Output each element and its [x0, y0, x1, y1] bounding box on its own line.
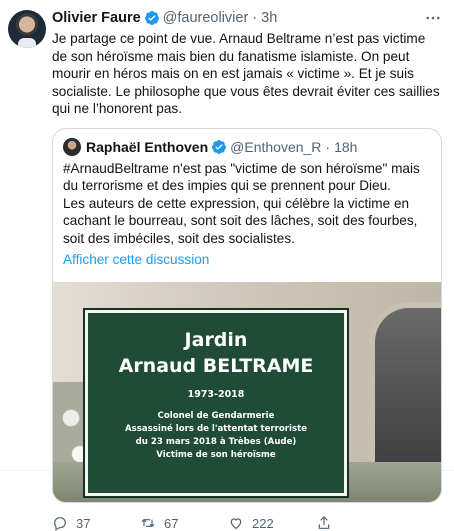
like-count: 222 [252, 515, 274, 531]
separator-dot: · [252, 10, 258, 26]
avatar-column [8, 8, 52, 470]
quoted-tweet-photo[interactable]: Jardin Arnaud BELTRAME 1973-2018 Colonel… [53, 282, 441, 502]
quoted-tweet-header: Raphaël Enthoven @Enthoven_R · 18h [63, 137, 431, 157]
like-button[interactable]: 222 [228, 515, 316, 531]
plaque-title: Jardin [184, 329, 248, 351]
reply-icon [54, 517, 66, 531]
quoted-tweet[interactable]: Raphaël Enthoven @Enthoven_R · 18h #Arna… [52, 127, 442, 503]
author-handle[interactable]: @faureolivier [163, 10, 249, 26]
plaque-years: 1973-2018 [187, 389, 245, 400]
reply-button[interactable]: 37 [52, 515, 140, 531]
author-name[interactable]: Olivier Faure [52, 10, 141, 26]
verified-badge-icon [144, 10, 160, 26]
tweet-actions: 37 67 222 [52, 515, 442, 531]
memorial-plaque: Jardin Arnaud BELTRAME 1973-2018 Colonel… [83, 308, 349, 498]
verified-badge-icon [211, 139, 227, 155]
retweet-count: 67 [164, 515, 179, 531]
avatar[interactable] [8, 10, 46, 48]
quoted-author-handle: @Enthoven_R [230, 138, 322, 155]
quoted-author-name: Raphaël Enthoven [86, 138, 209, 155]
plaque-details: Colonel de Gendarmerie Assassiné lors de… [88, 410, 344, 462]
plaque-date-place: du 23 mars 2018 à Trèbes (Aude) [135, 437, 297, 447]
reply-count: 37 [76, 515, 91, 531]
avatar-shirt [18, 38, 36, 48]
plaque-rank: Colonel de Gendarmerie [157, 411, 275, 421]
quoted-tweet-text: #ArnaudBeltrame n'est pas "victime de so… [63, 160, 420, 246]
share-icon [318, 516, 330, 529]
photo-window [369, 302, 441, 472]
retweet-button[interactable]: 67 [140, 515, 228, 531]
plaque-epitaph: Victime de son héroïsme [156, 450, 276, 460]
separator-dot: · [325, 138, 331, 155]
tweet-text: Je partage ce point de vue. Arnaud Beltr… [52, 31, 444, 116]
heart-icon [230, 518, 242, 530]
timestamp[interactable]: 3h [261, 10, 277, 26]
share-button[interactable] [316, 515, 404, 531]
plaque-attack: Assassiné lors de l'attentat terroriste [124, 424, 308, 434]
quoted-tweet-body: Raphaël Enthoven @Enthoven_R · 18h #Arna… [53, 129, 441, 275]
more-horizontal-icon[interactable] [422, 9, 444, 28]
tweet: Olivier Faure @faureolivier · 3h Je part… [0, 0, 454, 531]
quoted-timestamp: 18h [334, 138, 358, 155]
tweet-header: Olivier Faure @faureolivier · 3h [52, 8, 444, 28]
plaque-name: Arnaud BELTRAME [118, 355, 314, 377]
quoted-avatar [63, 137, 81, 156]
retweet-icon [141, 519, 155, 527]
tweet-content: Olivier Faure @faureolivier · 3h Je part… [52, 8, 444, 531]
show-thread-link[interactable]: Afficher cette discussion [63, 251, 431, 268]
